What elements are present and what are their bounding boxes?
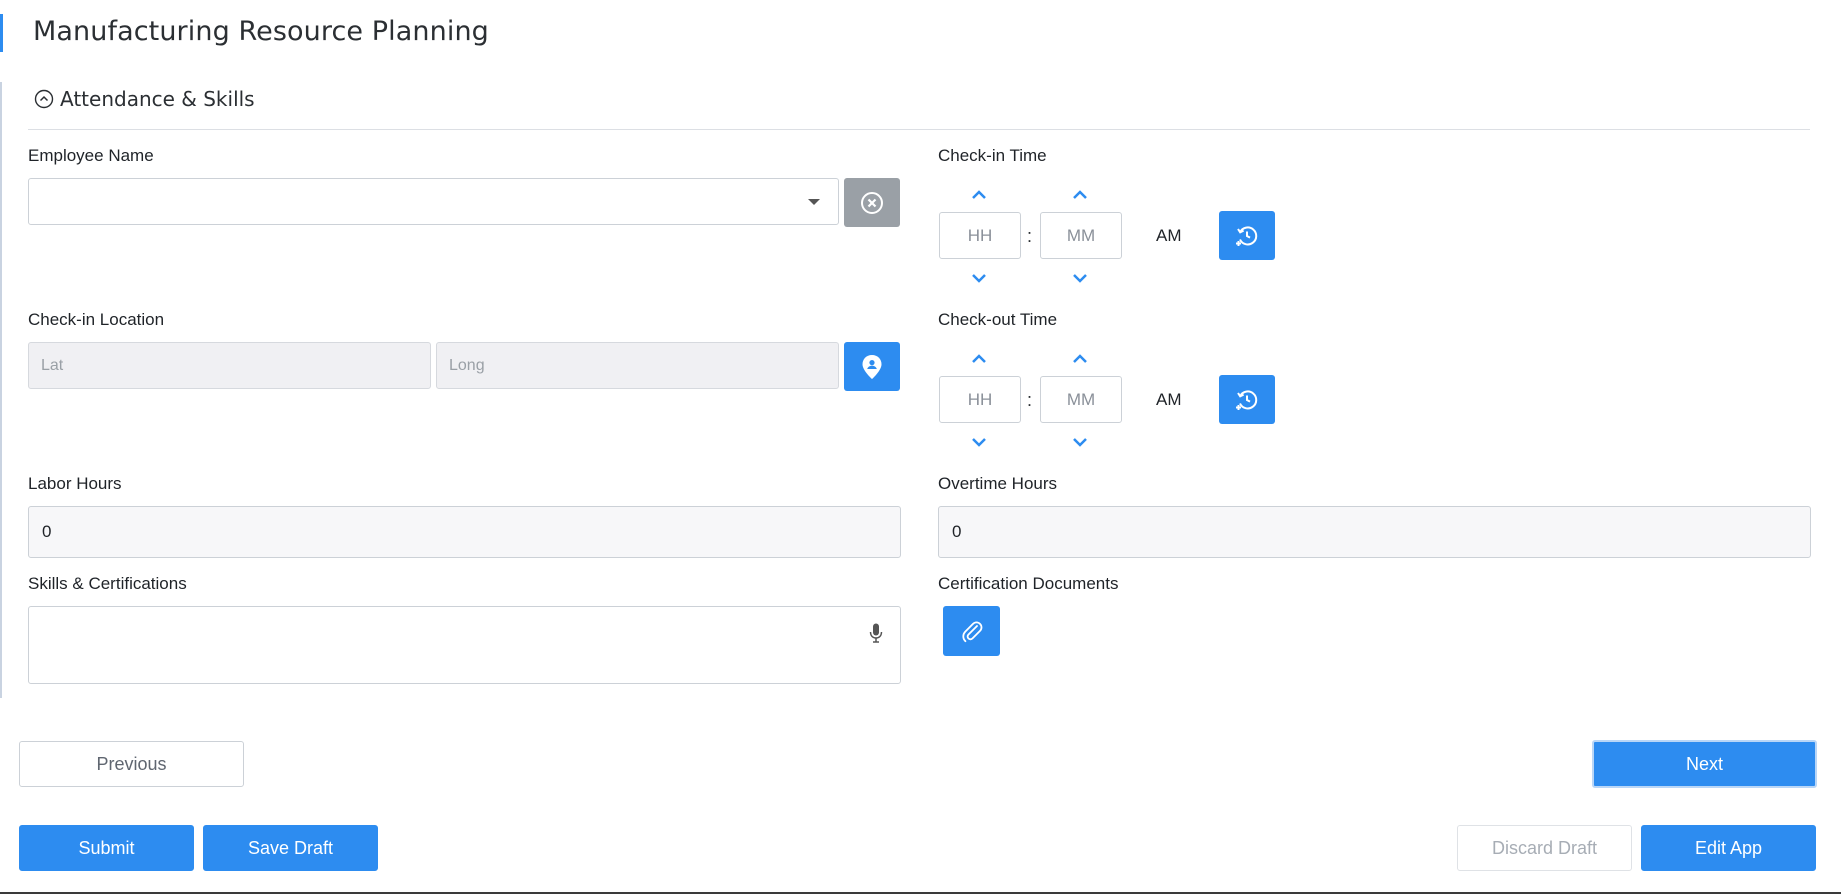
minute-increment-icon[interactable] (1070, 352, 1090, 366)
title-accent-bar (0, 14, 3, 52)
hour-increment-icon[interactable] (969, 188, 989, 202)
get-location-button[interactable] (844, 342, 900, 391)
microphone-icon[interactable] (869, 623, 883, 643)
clock-history-icon (1236, 389, 1258, 410)
chevron-up-circle-icon (34, 89, 54, 109)
time-separator: : (1027, 390, 1033, 410)
edit-app-button[interactable]: Edit App (1641, 825, 1816, 871)
hour-increment-icon[interactable] (969, 352, 989, 366)
save-draft-button[interactable]: Save Draft (203, 825, 378, 871)
latitude-input[interactable]: Lat (28, 342, 431, 389)
page-title-bar: Manufacturing Resource Planning (0, 0, 1841, 56)
overtime-hours-label: Overtime Hours (938, 474, 1058, 493)
map-pin-icon (862, 354, 882, 379)
cert-docs-label: Certification Documents (938, 574, 1119, 593)
minute-decrement-icon[interactable] (1070, 271, 1090, 285)
previous-button[interactable]: Previous (19, 741, 244, 787)
checkin-time-label: Check-in Time (938, 146, 1047, 165)
checkout-minute-input[interactable]: MM (1040, 376, 1122, 423)
checkin-location-label: Check-in Location (28, 310, 165, 329)
section-title: Attendance & Skills (60, 87, 255, 111)
paperclip-icon (961, 621, 982, 643)
section-header-attendance[interactable]: Attendance & Skills (34, 86, 255, 112)
overtime-hours-value: 0 (938, 506, 1811, 558)
checkout-now-button[interactable] (1219, 375, 1275, 424)
page-title: Manufacturing Resource Planning (33, 16, 489, 47)
checkin-now-button[interactable] (1219, 211, 1275, 260)
submit-button[interactable]: Submit (19, 825, 194, 871)
checkin-hour-input[interactable]: HH (939, 212, 1021, 259)
section-left-border (0, 82, 2, 698)
longitude-input[interactable]: Long (436, 342, 839, 389)
skills-label: Skills & Certifications (28, 574, 187, 593)
discard-draft-button[interactable]: Discard Draft (1457, 825, 1632, 871)
clock-history-icon (1236, 225, 1258, 246)
employee-name-label: Employee Name (28, 146, 154, 165)
minute-increment-icon[interactable] (1070, 188, 1090, 202)
hour-decrement-icon[interactable] (969, 271, 989, 285)
section-divider (28, 129, 1810, 130)
checkout-meridiem-toggle[interactable]: AM (1156, 390, 1182, 410)
time-separator: : (1027, 226, 1033, 246)
minute-decrement-icon[interactable] (1070, 435, 1090, 449)
hour-decrement-icon[interactable] (969, 435, 989, 449)
clear-employee-button[interactable] (844, 178, 900, 227)
labor-hours-label: Labor Hours (28, 474, 122, 493)
chevron-down-icon (808, 199, 820, 205)
close-circle-icon (861, 191, 883, 214)
next-button[interactable]: Next (1592, 740, 1817, 788)
checkout-time-label: Check-out Time (938, 310, 1058, 329)
skills-textarea[interactable] (28, 606, 901, 684)
employee-name-select[interactable] (28, 178, 839, 225)
checkin-minute-input[interactable]: MM (1040, 212, 1122, 259)
attach-file-button[interactable] (943, 606, 1000, 656)
checkin-meridiem-toggle[interactable]: AM (1156, 226, 1182, 246)
checkout-hour-input[interactable]: HH (939, 376, 1021, 423)
labor-hours-value: 0 (28, 506, 901, 558)
